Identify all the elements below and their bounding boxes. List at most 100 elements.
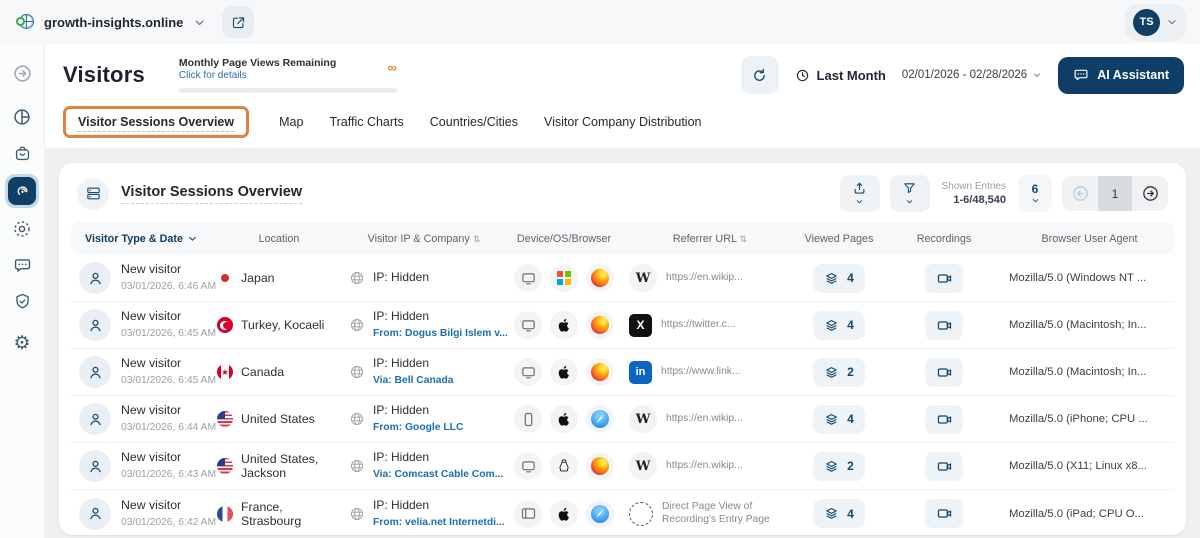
recording-button[interactable] bbox=[925, 357, 963, 387]
location: United States, Jackson bbox=[241, 452, 319, 480]
date-range-picker[interactable]: 02/01/2026 - 02/28/2026 bbox=[902, 69, 1042, 81]
quota-progress-bar bbox=[178, 88, 397, 94]
visitor-company[interactable]: From: Google LLC bbox=[373, 422, 463, 433]
video-camera-icon bbox=[936, 317, 953, 334]
column-visitor-ip-company[interactable]: Visitor IP & Company ⇅ bbox=[345, 233, 503, 245]
open-site-button[interactable] bbox=[222, 6, 255, 38]
visitor-company[interactable]: From: velia.net Internetdi... bbox=[373, 517, 505, 528]
table-row[interactable]: New visitor 03/01/2026, 6:46 AM Japan IP:… bbox=[71, 255, 1174, 302]
location: Turkey, Kocaeli bbox=[241, 318, 325, 332]
tab-countries-cities[interactable]: Countries/Cities bbox=[430, 115, 518, 129]
column-location: Location bbox=[258, 232, 300, 245]
column-recordings: Recordings bbox=[916, 232, 972, 245]
sidebar-item-visitors[interactable] bbox=[5, 174, 39, 208]
table-row[interactable]: New visitor 03/01/2026, 6:45 AM Canada IP… bbox=[71, 349, 1174, 396]
linkedin-icon: in bbox=[629, 360, 652, 384]
canada-flag-icon bbox=[217, 364, 233, 380]
app-window: growth-insights.online TS ⚙ Visitors Mon… bbox=[0, 0, 1200, 538]
referrer-url[interactable]: https://en.wikip... bbox=[666, 272, 743, 285]
layers-icon bbox=[824, 412, 839, 427]
table-row[interactable]: New visitor 03/01/2026, 6:43 AM United St… bbox=[71, 443, 1174, 490]
refresh-button[interactable] bbox=[740, 56, 779, 94]
chevron-down-icon bbox=[1166, 16, 1178, 28]
chat-bubble-icon bbox=[13, 256, 32, 275]
recording-button[interactable] bbox=[925, 263, 963, 293]
visitor-icon bbox=[79, 497, 111, 530]
us-flag-icon bbox=[217, 411, 233, 427]
column-referrer-url[interactable]: Referrer URL ⇅ bbox=[625, 233, 795, 245]
clock-icon bbox=[795, 68, 810, 83]
radar-icon bbox=[14, 183, 31, 200]
visitor-company[interactable]: Via: Bell Canada bbox=[373, 375, 454, 386]
referrer-url[interactable]: https://www.link... bbox=[661, 366, 741, 379]
filter-button[interactable] bbox=[889, 175, 930, 212]
next-page-button[interactable] bbox=[1132, 176, 1168, 211]
tab-visitor-sessions-overview[interactable]: Visitor Sessions Overview bbox=[63, 106, 250, 138]
recording-button[interactable] bbox=[925, 451, 963, 481]
page-size-selector[interactable]: 6 bbox=[1018, 175, 1052, 212]
wikipedia-icon: W bbox=[629, 452, 657, 480]
current-page[interactable]: 1 bbox=[1098, 176, 1132, 211]
sidebar-item-store[interactable] bbox=[5, 136, 39, 170]
previous-page-button[interactable] bbox=[1062, 176, 1098, 211]
visitor-icon bbox=[79, 450, 111, 482]
referrer-url[interactable]: https://en.wikip... bbox=[666, 413, 743, 426]
globe-icon bbox=[349, 458, 365, 474]
visitor-ip: IP: Hidden bbox=[373, 403, 430, 418]
account-menu[interactable]: TS bbox=[1125, 3, 1186, 41]
site-selector[interactable]: growth-insights.online bbox=[16, 13, 206, 31]
table-icon bbox=[77, 177, 109, 210]
visitor-type: New visitor bbox=[121, 309, 182, 324]
tab-map[interactable]: Map bbox=[279, 115, 303, 129]
apple-icon bbox=[550, 405, 578, 433]
recording-button[interactable] bbox=[925, 404, 963, 434]
globe-icon bbox=[349, 411, 365, 427]
table-row[interactable]: New visitor 03/01/2026, 6:42 AM France, S… bbox=[71, 490, 1174, 537]
site-name: growth-insights.online bbox=[44, 14, 184, 30]
japan-flag-icon bbox=[217, 270, 233, 286]
sidebar-item-dashboard[interactable] bbox=[5, 100, 39, 134]
column-visitor-type-date[interactable]: Visitor Type & Date bbox=[71, 233, 213, 245]
video-camera-icon bbox=[936, 458, 953, 475]
desktop-icon bbox=[514, 358, 542, 386]
referrer-url[interactable]: https://en.wikip... bbox=[666, 460, 743, 473]
visitor-company[interactable]: Via: Comcast Cable Com... bbox=[373, 469, 503, 480]
arrow-right-circle-icon bbox=[1141, 184, 1160, 203]
desktop-icon bbox=[514, 264, 542, 292]
chevron-down-icon bbox=[1032, 70, 1042, 80]
quota-details-link[interactable]: Click for details bbox=[179, 70, 336, 81]
visitor-ip: IP: Hidden bbox=[373, 356, 430, 371]
tab-visitor-company-distribution[interactable]: Visitor Company Distribution bbox=[544, 115, 701, 129]
table-row[interactable]: New visitor 03/01/2026, 6:45 AM Turkey, K… bbox=[71, 302, 1174, 349]
viewed-pages-badge: 4 bbox=[813, 263, 865, 293]
user-agent: Mozilla/5.0 (iPad; CPU O... bbox=[1009, 507, 1144, 520]
safari-icon bbox=[586, 405, 614, 433]
user-agent: Mozilla/5.0 (X11; Linux x8... bbox=[1009, 460, 1147, 472]
visitor-company[interactable]: From: Dogus Bilgi Islem v... bbox=[373, 328, 508, 339]
table-row[interactable]: New visitor 03/01/2026, 6:44 AM United St… bbox=[71, 396, 1174, 443]
tab-traffic-charts[interactable]: Traffic Charts bbox=[329, 115, 403, 129]
column-browser-user-agent: Browser User Agent bbox=[1041, 232, 1138, 245]
sidebar-item-settings[interactable]: ⚙ bbox=[5, 326, 39, 360]
ai-assistant-button[interactable]: AI Assistant bbox=[1058, 56, 1184, 94]
recording-button[interactable] bbox=[925, 310, 963, 340]
sidebar: ⚙ bbox=[0, 44, 45, 538]
table-header: Visitor Type & Date Location Visitor IP … bbox=[71, 222, 1174, 255]
page-header: Visitors Monthly Page Views Remaining Cl… bbox=[45, 44, 1200, 100]
period-selector[interactable]: Last Month bbox=[795, 68, 886, 83]
shown-entries-label: Shown Entries bbox=[941, 180, 1006, 192]
page-title: Visitors bbox=[63, 62, 145, 87]
sort-updown-icon: ⇅ bbox=[739, 233, 748, 244]
phone-icon bbox=[514, 405, 542, 433]
sidebar-item-privacy[interactable] bbox=[5, 284, 39, 318]
sidebar-item-recordings[interactable] bbox=[5, 212, 39, 246]
export-button[interactable] bbox=[839, 175, 880, 212]
refresh-icon bbox=[751, 67, 768, 84]
referrer-url: Direct Page View of Recording's Entry Pa… bbox=[662, 500, 770, 525]
sidebar-item-collapse[interactable] bbox=[5, 56, 39, 90]
layers-icon bbox=[824, 318, 839, 333]
recording-button[interactable] bbox=[925, 499, 963, 528]
sidebar-item-feedback[interactable] bbox=[5, 248, 39, 282]
referrer-url[interactable]: https://twitter.c... bbox=[661, 319, 735, 332]
location: France, Strasbourg bbox=[241, 499, 302, 528]
